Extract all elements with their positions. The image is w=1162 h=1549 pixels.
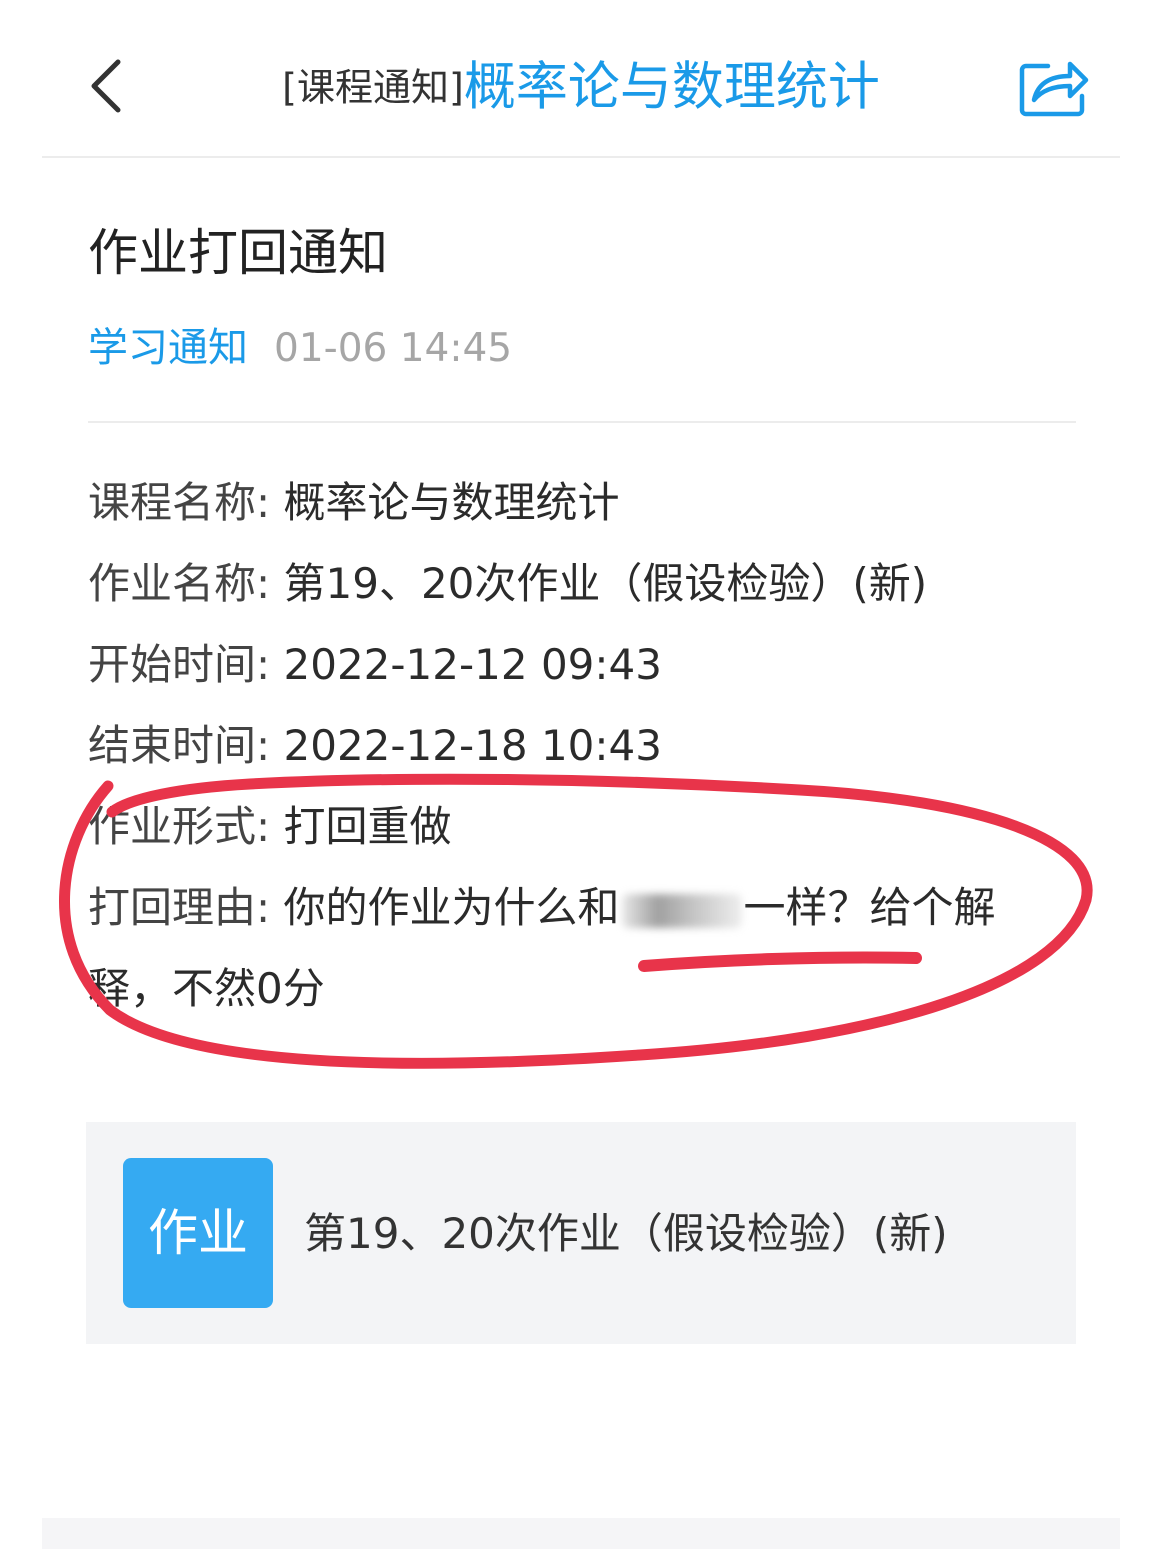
detail-value: 第19、20次作业（假设检验）(新) [283,559,928,608]
detail-end-time: 结束时间: 2022-12-18 10:43 [88,705,1068,786]
divider [88,421,1076,423]
assignment-card-title: 第19、20次作业（假设检验）(新) [304,1209,948,1258]
detail-label: 打回理由: [88,883,271,932]
detail-reason: 打回理由: 你的作业为什么和 一样？给个解释，不然0分 [88,867,1058,1029]
assignment-badge: 作业 [123,1158,273,1308]
detail-value: 2022-12-18 10:43 [283,721,662,770]
reason-text-before: 你的作业为什么和 [283,883,620,932]
notice-title: 作业打回通知 [88,224,388,282]
assignment-card[interactable]: 作业 第19、20次作业（假设检验）(新) [86,1122,1076,1344]
detail-value: 打回重做 [283,802,452,851]
detail-label: 开始时间: [88,640,271,689]
detail-label: 作业名称: [88,559,271,608]
page-title: [课程通知]概率论与数理统计 [42,52,1120,123]
title-prefix: [课程通知] [282,65,464,110]
notice-time: 01-06 14:45 [274,326,513,371]
detail-form: 作业形式: 打回重做 [88,786,1068,867]
notice-category-link[interactable]: 学习通知 [88,325,248,371]
detail-course: 课程名称: 概率论与数理统计 [88,462,1068,543]
detail-label: 作业形式: [88,802,271,851]
share-button[interactable] [1018,56,1090,120]
detail-value: 2022-12-12 09:43 [283,640,662,689]
notice-detail-screen: [课程通知]概率论与数理统计 作业打回通知 学习通知 01-06 14:45 课程… [0,0,1162,1549]
notice-meta: 学习通知 01-06 14:45 [88,318,512,378]
notice-body: 课程名称: 概率论与数理统计 作业名称: 第19、20次作业（假设检验）(新) … [88,462,1068,1029]
title-course-name: 概率论与数理统计 [463,57,880,118]
share-icon [1019,61,1089,117]
detail-label: 结束时间: [88,721,271,770]
detail-label: 课程名称: [88,478,271,527]
detail-assignment: 作业名称: 第19、20次作业（假设检验）(新) [88,543,1068,624]
bottom-bar [42,1518,1120,1549]
blurred-name [621,893,742,928]
top-bar: [课程通知]概率论与数理统计 [42,0,1120,158]
detail-start-time: 开始时间: 2022-12-12 09:43 [88,624,1068,705]
detail-value: 概率论与数理统计 [283,478,620,527]
